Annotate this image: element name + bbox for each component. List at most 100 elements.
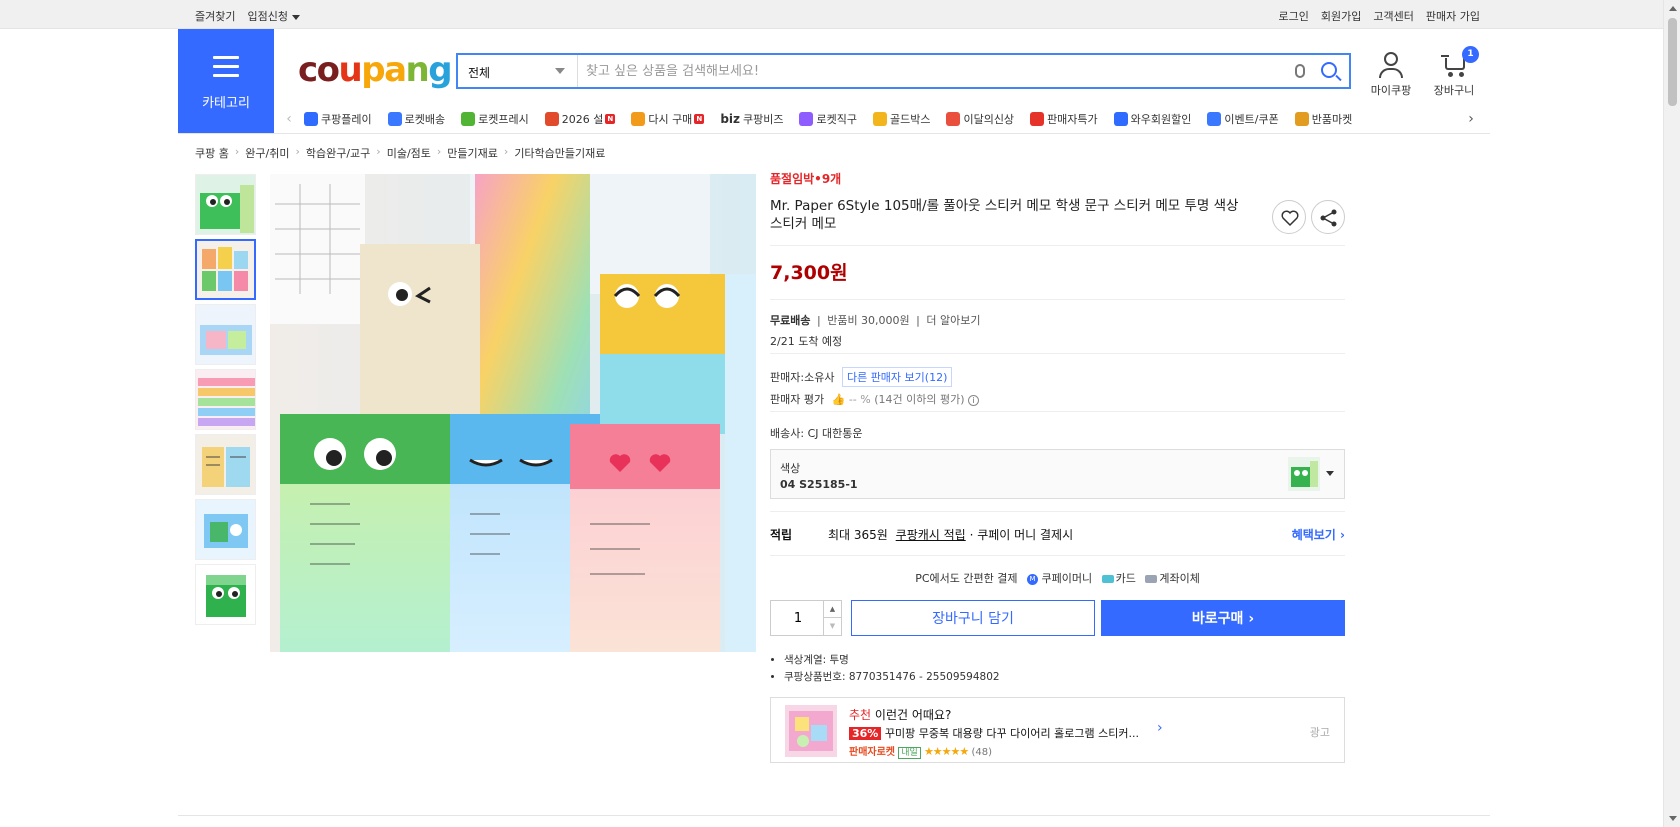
breadcrumb-item[interactable]: 학습완구/교구	[306, 145, 370, 161]
nav-item[interactable]: 로켓프레시	[453, 111, 537, 127]
delivery-day-badge: 내일	[898, 747, 921, 759]
biz-icon: biz	[720, 112, 740, 126]
thumbs-up-icon: 👍	[831, 393, 846, 406]
nav-item-label: 판매자특가	[1047, 113, 1098, 126]
nav-item[interactable]: 다시 구매 N	[623, 111, 712, 127]
seller-apply-link[interactable]: 입점신청	[247, 8, 300, 24]
coupang-logo[interactable]: coupang	[298, 50, 453, 90]
recommendation-prefix: 추천	[849, 708, 872, 722]
chevron-right-icon[interactable]: ›	[1157, 720, 1163, 736]
nav-item[interactable]: 골드박스	[865, 111, 938, 127]
share-button[interactable]	[1311, 200, 1345, 234]
stock-urgency-text: 품절임박•9개	[770, 172, 842, 186]
mypage-button[interactable]: 마이쿠팡	[1361, 52, 1421, 98]
breadcrumb-item[interactable]: 미술/점토	[387, 145, 431, 161]
scrollbar-thumb[interactable]	[1668, 18, 1677, 106]
seller-signup-link[interactable]: 판매자 가입	[1426, 8, 1480, 24]
search-icon[interactable]	[1321, 62, 1337, 78]
nav-item[interactable]: 반품마켓	[1287, 111, 1360, 127]
chevron-down-icon	[1326, 471, 1334, 476]
seller-name: 소유사	[804, 371, 835, 384]
free-shipping-label: 무료배송	[770, 314, 811, 327]
category-menu-button[interactable]: 카테고리	[178, 29, 274, 133]
wishlist-button[interactable]	[1272, 200, 1306, 234]
scroll-down-icon[interactable]	[1669, 816, 1677, 821]
vertical-scrollbar[interactable]	[1663, 0, 1680, 827]
coupang-cash-link[interactable]: 쿠팡캐시 적립	[896, 528, 966, 542]
payment-intro: PC에서도 간편한 결제	[915, 572, 1018, 585]
gift-icon	[544, 112, 559, 126]
carrier-name: CJ 대한통운	[807, 427, 863, 440]
payment-methods: PC에서도 간편한 결제 M 쿠페이머니 카드 계좌이체	[770, 570, 1345, 586]
seller-apply-label: 입점신청	[247, 10, 288, 23]
nav-item-label: 2026 설	[561, 113, 604, 126]
quantity-input[interactable]	[771, 601, 825, 635]
header-divider	[178, 133, 1490, 134]
benefit-link[interactable]: 혜택보기 ›	[1292, 526, 1345, 543]
share-icon	[1320, 209, 1337, 227]
nav-item[interactable]: 판매자특가	[1022, 111, 1106, 127]
other-sellers-link[interactable]: 다른 판매자 보기(12)	[841, 367, 953, 387]
recommendation-card[interactable]: 추천 이런건 어때요? 36% 꾸미팡 무중복 대용량 다꾸 다이어리 홀로그램…	[770, 697, 1345, 763]
nav-item-label: 반품마켓	[1311, 113, 1353, 126]
spec-item: 색상계열: 투명	[784, 652, 1345, 669]
category-label: 카테고리	[202, 96, 250, 111]
breadcrumb-item[interactable]: 완구/취미	[245, 145, 289, 161]
nav-item-label: 로켓배송	[404, 113, 446, 126]
nav-item-label: 다시 구매	[648, 113, 693, 126]
bookmark-link[interactable]: 즐겨찾기	[195, 8, 235, 24]
recommendation-image	[785, 705, 837, 757]
nav-item[interactable]: 이벤트/쿠폰	[1199, 111, 1286, 127]
increment-button[interactable]: ▲	[823, 601, 841, 618]
nav-item[interactable]: 와우회원할인	[1106, 111, 1200, 127]
scroll-up-icon[interactable]	[1669, 6, 1677, 11]
login-link[interactable]: 로그인	[1279, 8, 1309, 24]
chevron-right-icon: ›	[1248, 611, 1255, 627]
globe-icon	[799, 112, 814, 126]
chevron-right-icon: ›	[234, 145, 240, 158]
cart-button[interactable]: 1 장바구니	[1424, 46, 1484, 98]
nav-item[interactable]: 이달의신상	[938, 111, 1022, 127]
shipping-info: 무료배송 | 반품비 30,000원 | 더 알아보기 2/21 도착 예정	[770, 299, 1345, 353]
product-thumbnail[interactable]	[195, 564, 256, 625]
color-option-select[interactable]: 색상 04 S25185-1	[770, 449, 1345, 499]
nav-item-label: 이달의신상	[963, 113, 1015, 126]
product-price: 7,300원	[770, 245, 1345, 285]
learn-more-link[interactable]: 더 알아보기	[926, 314, 980, 327]
product-main-image[interactable]	[270, 174, 756, 652]
nav-item[interactable]: 쿠팡플레이	[296, 111, 380, 127]
breadcrumb-item[interactable]: 쿠팡 홈	[195, 145, 229, 161]
chevron-left-icon[interactable]: ‹	[282, 111, 296, 127]
nav-item[interactable]: 2026 설N	[537, 111, 624, 127]
breadcrumb-item[interactable]: 만들기재료	[447, 145, 498, 161]
breadcrumb-item[interactable]: 기타학습만들기재료	[514, 145, 605, 161]
decrement-button[interactable]: ▼	[823, 618, 841, 635]
nav-item[interactable]: biz 쿠팡비즈	[712, 111, 791, 127]
search-scope-select[interactable]: 전체	[458, 55, 578, 87]
info-icon[interactable]: i	[968, 395, 979, 406]
signup-link[interactable]: 회원가입	[1321, 8, 1361, 24]
product-thumbnail[interactable]	[195, 304, 256, 365]
market-icon	[1294, 112, 1309, 126]
product-thumbnail[interactable]	[195, 434, 256, 495]
product-thumbnail[interactable]	[195, 174, 256, 235]
chevron-right-icon[interactable]: ›	[1464, 111, 1478, 127]
new-badge: N	[694, 114, 705, 124]
top-utility-bar: 즐겨찾기 입점신청 로그인 회원가입 고객센터 판매자 가입	[0, 0, 1680, 29]
spec-item: 쿠팡상품번호: 8770351476 - 25509594802	[784, 669, 1345, 686]
product-thumbnail[interactable]	[195, 369, 256, 430]
buy-now-button[interactable]: 바로구매 ›	[1101, 600, 1345, 636]
microphone-icon[interactable]	[1295, 64, 1305, 78]
star-rating: ★★★★★	[923, 745, 969, 758]
customer-center-link[interactable]: 고객센터	[1373, 8, 1413, 24]
payment-method: 쿠페이머니	[1041, 572, 1093, 585]
carrier-section: 배송사: CJ 대한통운 색상 04 S25185-1	[770, 411, 1345, 499]
product-thumbnail-selected[interactable]	[195, 239, 256, 300]
cart-label: 장바구니	[1433, 84, 1475, 97]
product-thumbnail[interactable]	[195, 499, 256, 560]
nav-item-label: 와우회원할인	[1130, 113, 1192, 126]
search-input[interactable]	[586, 55, 1266, 87]
nav-item[interactable]: 로켓배송	[380, 111, 453, 127]
nav-item[interactable]: 로켓직구	[791, 111, 864, 127]
add-to-cart-button[interactable]: 장바구니 담기	[851, 600, 1095, 636]
